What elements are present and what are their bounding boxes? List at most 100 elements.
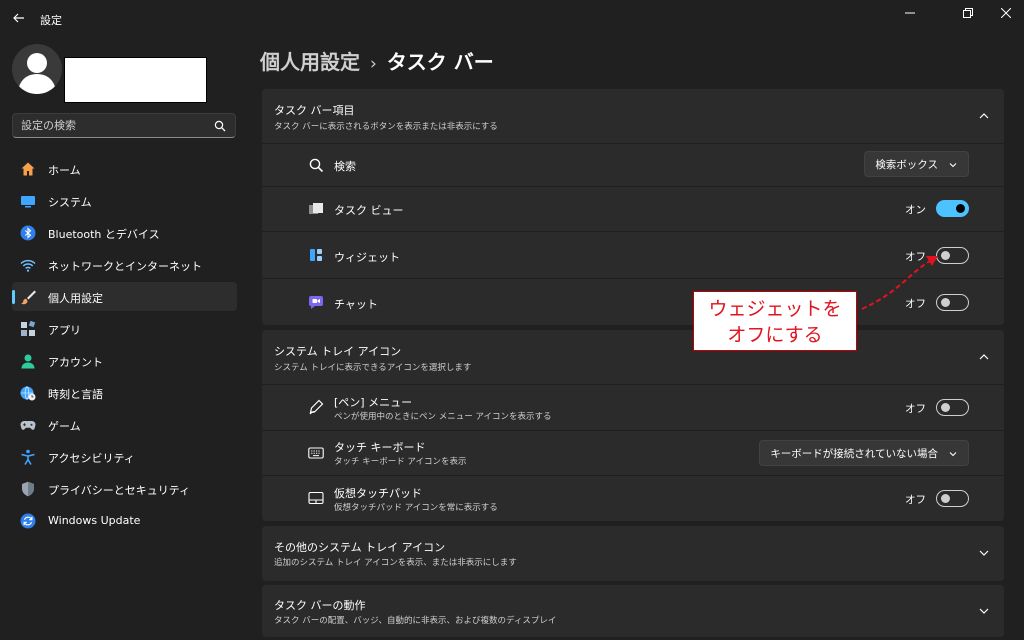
toggle-state-label: オフ bbox=[905, 403, 926, 415]
chat-toggle[interactable] bbox=[936, 294, 969, 311]
sidebar-item-label: システム bbox=[48, 196, 92, 209]
sidebar-item-label: アカウント bbox=[48, 356, 103, 369]
row-label: チャット bbox=[334, 298, 378, 311]
toggle-knob bbox=[941, 494, 950, 503]
row-virtual-touchpad: 仮想タッチパッド 仮想タッチパッド アイコンを常に表示する オフ bbox=[262, 476, 1004, 521]
sidebar-item-privacy[interactable]: プライバシーとセキュリティ bbox=[12, 474, 237, 503]
toggle-state-label: オン bbox=[905, 204, 926, 216]
username-redaction bbox=[64, 57, 207, 103]
breadcrumb-parent[interactable]: 個人用設定 bbox=[260, 50, 360, 74]
bluetooth-icon bbox=[20, 225, 36, 241]
sidebar-item-label: 個人用設定 bbox=[48, 292, 103, 305]
row-sublabel: ペンが使用中のときにペン メニュー アイコンを表示する bbox=[334, 412, 552, 422]
widgets-icon bbox=[310, 249, 322, 261]
network-icon bbox=[20, 259, 36, 272]
touch-keyboard-dropdown[interactable]: キーボードが接続されていない場合 bbox=[759, 440, 969, 466]
sidebar-item-home[interactable]: ホーム bbox=[12, 154, 237, 183]
row-widget: ウィジェット オフ bbox=[262, 232, 1004, 278]
dropdown-value: 検索ボックス bbox=[875, 158, 938, 171]
gamepad-icon bbox=[20, 421, 36, 430]
toggle-state-label: オフ bbox=[905, 494, 926, 506]
keyboard-icon bbox=[308, 447, 324, 459]
row-touch-keyboard: タッチ キーボード タッチ キーボード アイコンを表示 キーボードが接続されてい… bbox=[262, 431, 1004, 475]
sidebar-item-system[interactable]: システム bbox=[12, 186, 237, 215]
sidebar-item-bluetooth[interactable]: Bluetooth とデバイス bbox=[12, 218, 237, 247]
section-description: タスク バーに表示されるボタンを表示または非表示にする bbox=[274, 122, 498, 132]
virtual-touchpad-toggle[interactable] bbox=[936, 490, 969, 507]
home-icon bbox=[21, 162, 35, 176]
avatar[interactable] bbox=[12, 44, 62, 94]
sidebar-item-time-language[interactable]: 時刻と言語 bbox=[12, 378, 237, 407]
section-title: タスク バー項目 bbox=[274, 104, 355, 117]
task-view-icon bbox=[309, 203, 323, 214]
section-taskbar-items-header[interactable]: タスク バー項目 タスク バーに表示されるボタンを表示または非表示にする bbox=[262, 89, 1004, 143]
sidebar-nav: ホーム システム Bluetooth とデバイス ネットワークとインターネット … bbox=[12, 154, 237, 538]
pen-menu-toggle[interactable] bbox=[936, 399, 969, 416]
section-description: 追加のシステム トレイ アイコンを表示、または非表示にします bbox=[274, 558, 517, 568]
user-silhouette-icon bbox=[18, 53, 56, 94]
toggle-knob bbox=[956, 204, 965, 213]
sidebar-item-label: ゲーム bbox=[48, 420, 81, 433]
row-label: タスク ビュー bbox=[334, 204, 404, 217]
back-button[interactable] bbox=[10, 9, 28, 27]
title-bar: 設定 bbox=[0, 0, 1024, 36]
row-label: [ペン] メニュー bbox=[334, 396, 413, 409]
chevron-down-icon[interactable] bbox=[978, 605, 990, 617]
section-description: システム トレイに表示できるアイコンを選択します bbox=[274, 363, 472, 373]
touchpad-icon bbox=[308, 491, 324, 505]
system-icon bbox=[21, 196, 35, 208]
update-icon bbox=[20, 513, 36, 529]
close-icon bbox=[1001, 8, 1011, 18]
minimize-button[interactable] bbox=[887, 0, 933, 26]
row-chat: チャット オフ bbox=[262, 279, 1004, 325]
row-sublabel: タッチ キーボード アイコンを表示 bbox=[334, 457, 467, 467]
shield-icon bbox=[22, 481, 34, 497]
section-description: タスク バーの配置、バッジ、自動的に非表示、および複数のディスプレイ bbox=[274, 616, 557, 626]
search-icon[interactable] bbox=[213, 119, 227, 133]
sidebar-item-apps[interactable]: アプリ bbox=[12, 314, 237, 343]
account-icon bbox=[21, 354, 35, 369]
toggle-knob bbox=[941, 403, 950, 412]
sidebar-item-label: ホーム bbox=[48, 164, 81, 177]
sidebar-item-accessibility[interactable]: アクセシビリティ bbox=[12, 442, 237, 471]
search-input[interactable] bbox=[13, 114, 203, 137]
chat-icon bbox=[309, 296, 323, 309]
chevron-up-icon[interactable] bbox=[978, 351, 990, 363]
sidebar-item-label: Bluetooth とデバイス bbox=[48, 228, 160, 241]
toggle-knob bbox=[941, 251, 950, 260]
taskview-toggle[interactable] bbox=[936, 200, 969, 217]
sidebar-item-accounts[interactable]: アカウント bbox=[12, 346, 237, 375]
widget-toggle[interactable] bbox=[936, 247, 969, 264]
sidebar-item-label: ネットワークとインターネット bbox=[48, 260, 202, 273]
sidebar-item-label: アクセシビリティ bbox=[48, 452, 135, 465]
sidebar-item-personalization[interactable]: 個人用設定 bbox=[12, 282, 237, 311]
sidebar-item-windows-update[interactable]: Windows Update bbox=[12, 506, 237, 535]
sidebar-item-label: Windows Update bbox=[48, 514, 141, 527]
apps-icon bbox=[21, 321, 36, 336]
sidebar-item-network[interactable]: ネットワークとインターネット bbox=[12, 250, 237, 279]
annotation-line-1: ウェジェットを bbox=[708, 298, 842, 320]
toggle-knob bbox=[941, 298, 950, 307]
sidebar-item-label: 時刻と言語 bbox=[48, 388, 103, 401]
section-title: システム トレイ アイコン bbox=[274, 345, 402, 358]
chevron-down-icon bbox=[949, 452, 957, 457]
search-icon bbox=[309, 158, 324, 173]
search-mode-dropdown[interactable]: 検索ボックス bbox=[864, 151, 969, 177]
brush-icon bbox=[21, 290, 36, 305]
chevron-up-icon[interactable] bbox=[978, 110, 990, 122]
section-tray-icons-header[interactable]: システム トレイ アイコン システム トレイに表示できるアイコンを選択します bbox=[262, 330, 1004, 384]
section-title: タスク バーの動作 bbox=[274, 599, 366, 612]
section-taskbar-behavior[interactable]: タスク バーの動作 タスク バーの配置、バッジ、自動的に非表示、および複数のディ… bbox=[262, 585, 1004, 637]
sidebar-item-label: アプリ bbox=[48, 324, 81, 337]
section-title: その他のシステム トレイ アイコン bbox=[274, 541, 446, 554]
row-taskview: タスク ビュー オン bbox=[262, 187, 1004, 231]
page-title: タスク バー bbox=[386, 50, 494, 74]
sidebar-item-gaming[interactable]: ゲーム bbox=[12, 410, 237, 439]
section-other-tray-icons[interactable]: その他のシステム トレイ アイコン 追加のシステム トレイ アイコンを表示、また… bbox=[262, 526, 1004, 581]
close-button[interactable] bbox=[983, 0, 1024, 26]
row-pen-menu: [ペン] メニュー ペンが使用中のときにペン メニュー アイコンを表示する オフ bbox=[262, 385, 1004, 430]
row-sublabel: 仮想タッチパッド アイコンを常に表示する bbox=[334, 503, 498, 513]
chevron-down-icon[interactable] bbox=[978, 547, 990, 559]
row-label: ウィジェット bbox=[334, 251, 400, 264]
settings-search[interactable] bbox=[12, 113, 236, 138]
